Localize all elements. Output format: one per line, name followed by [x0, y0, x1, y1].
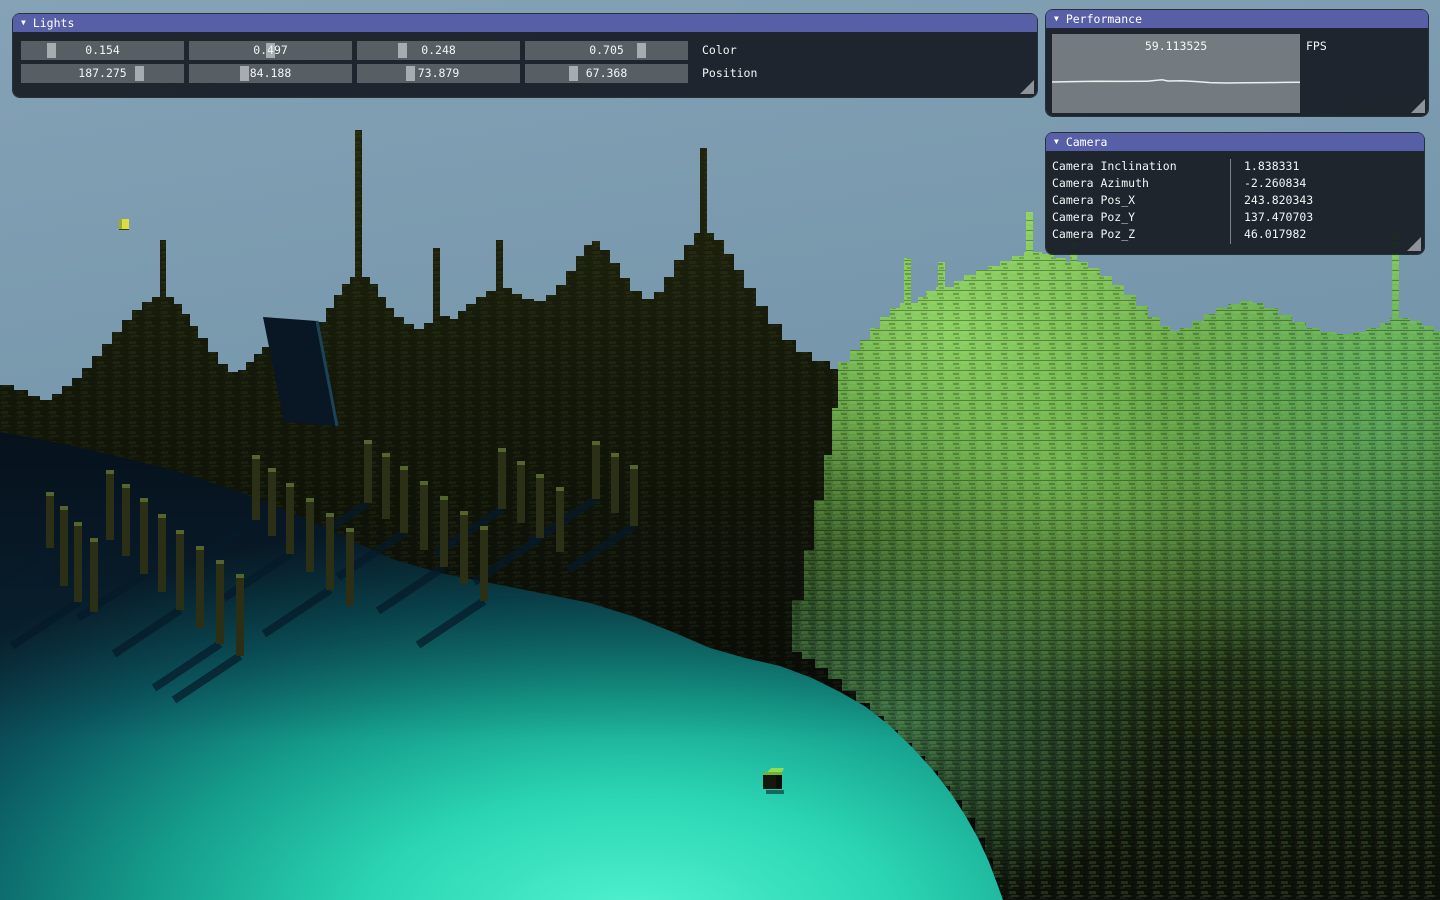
light-color-slider-r[interactable]: 0.154: [21, 41, 184, 60]
light-position-slider-w[interactable]: 67.368: [525, 64, 688, 83]
position-row-label: Position: [702, 64, 757, 83]
lights-panel: ▼ Lights 0.154 0.497 0.248 0.7: [13, 14, 1037, 97]
camera-row-azimuth: Camera Azimuth -2.260834: [1052, 174, 1416, 191]
camera-row-value: -2.260834: [1230, 176, 1306, 190]
camera-row-inclination: Camera Inclination 1.838331: [1052, 157, 1416, 174]
camera-titlebar[interactable]: ▼ Camera: [1046, 133, 1424, 151]
slider-value: 0.497: [189, 41, 352, 60]
performance-panel: ▼ Performance 59.113525 FPS: [1046, 10, 1428, 116]
color-row-label: Color: [702, 41, 737, 60]
slider-value: 0.705: [525, 41, 688, 60]
resize-handle[interactable]: [1407, 237, 1421, 251]
camera-rows: Camera Inclination 1.838331 Camera Azimu…: [1052, 157, 1416, 242]
slider-value: 187.275: [21, 64, 184, 83]
light-color-slider-a[interactable]: 0.705: [525, 41, 688, 60]
lights-title: Lights: [33, 14, 75, 32]
resize-handle[interactable]: [1020, 80, 1034, 94]
camera-row-label: Camera Pos_X: [1052, 193, 1230, 207]
camera-row-pos-x: Camera Pos_X 243.820343: [1052, 191, 1416, 208]
fps-graph[interactable]: 59.113525: [1052, 34, 1300, 113]
light-color-slider-g[interactable]: 0.497: [189, 41, 352, 60]
camera-row-value: 243.820343: [1230, 193, 1313, 207]
light-position-slider-x[interactable]: 187.275: [21, 64, 184, 83]
slider-value: 0.154: [21, 41, 184, 60]
resize-handle[interactable]: [1411, 99, 1425, 113]
camera-row-value: 137.470703: [1230, 210, 1313, 224]
slider-value: 0.248: [357, 41, 520, 60]
slider-value: 84.188: [189, 64, 352, 83]
light-gizmo-cube[interactable]: [119, 219, 129, 230]
performance-title: Performance: [1066, 10, 1142, 28]
camera-row-label: Camera Poz_Y: [1052, 210, 1230, 224]
camera-row-value: 1.838331: [1230, 159, 1299, 173]
lights-titlebar[interactable]: ▼ Lights: [13, 14, 1037, 32]
slider-value: 73.879: [357, 64, 520, 83]
light-color-slider-b[interactable]: 0.248: [357, 41, 520, 60]
camera-row-pos-y: Camera Poz_Y 137.470703: [1052, 208, 1416, 225]
camera-row-pos-z: Camera Poz_Z 46.017982: [1052, 225, 1416, 242]
camera-row-label: Camera Poz_Z: [1052, 227, 1230, 241]
light-position-slider-z[interactable]: 73.879: [357, 64, 520, 83]
performance-titlebar[interactable]: ▼ Performance: [1046, 10, 1428, 28]
collapse-icon[interactable]: ▼: [21, 14, 26, 32]
slider-value: 67.368: [525, 64, 688, 83]
camera-panel: ▼ Camera Camera Inclination 1.838331 Cam…: [1046, 133, 1424, 254]
light-position-slider-y[interactable]: 84.188: [189, 64, 352, 83]
camera-divider: [1230, 159, 1231, 244]
camera-title: Camera: [1066, 133, 1108, 151]
collapse-icon[interactable]: ▼: [1054, 10, 1059, 28]
voxel-renderer-app: ▼ Lights 0.154 0.497 0.248 0.7: [0, 0, 1440, 900]
camera-row-value: 46.017982: [1230, 227, 1306, 241]
fps-label: FPS: [1306, 39, 1327, 53]
position-slider-row: 187.275 84.188 73.879 67.368 Position: [21, 64, 757, 83]
camera-row-label: Camera Azimuth: [1052, 176, 1230, 190]
color-slider-row: 0.154 0.497 0.248 0.705 Color: [21, 41, 757, 60]
lights-sliders: 0.154 0.497 0.248 0.705 Color: [21, 41, 757, 87]
camera-row-label: Camera Inclination: [1052, 159, 1230, 173]
collapse-icon[interactable]: ▼: [1054, 133, 1059, 151]
fps-value: 59.113525: [1052, 39, 1300, 53]
